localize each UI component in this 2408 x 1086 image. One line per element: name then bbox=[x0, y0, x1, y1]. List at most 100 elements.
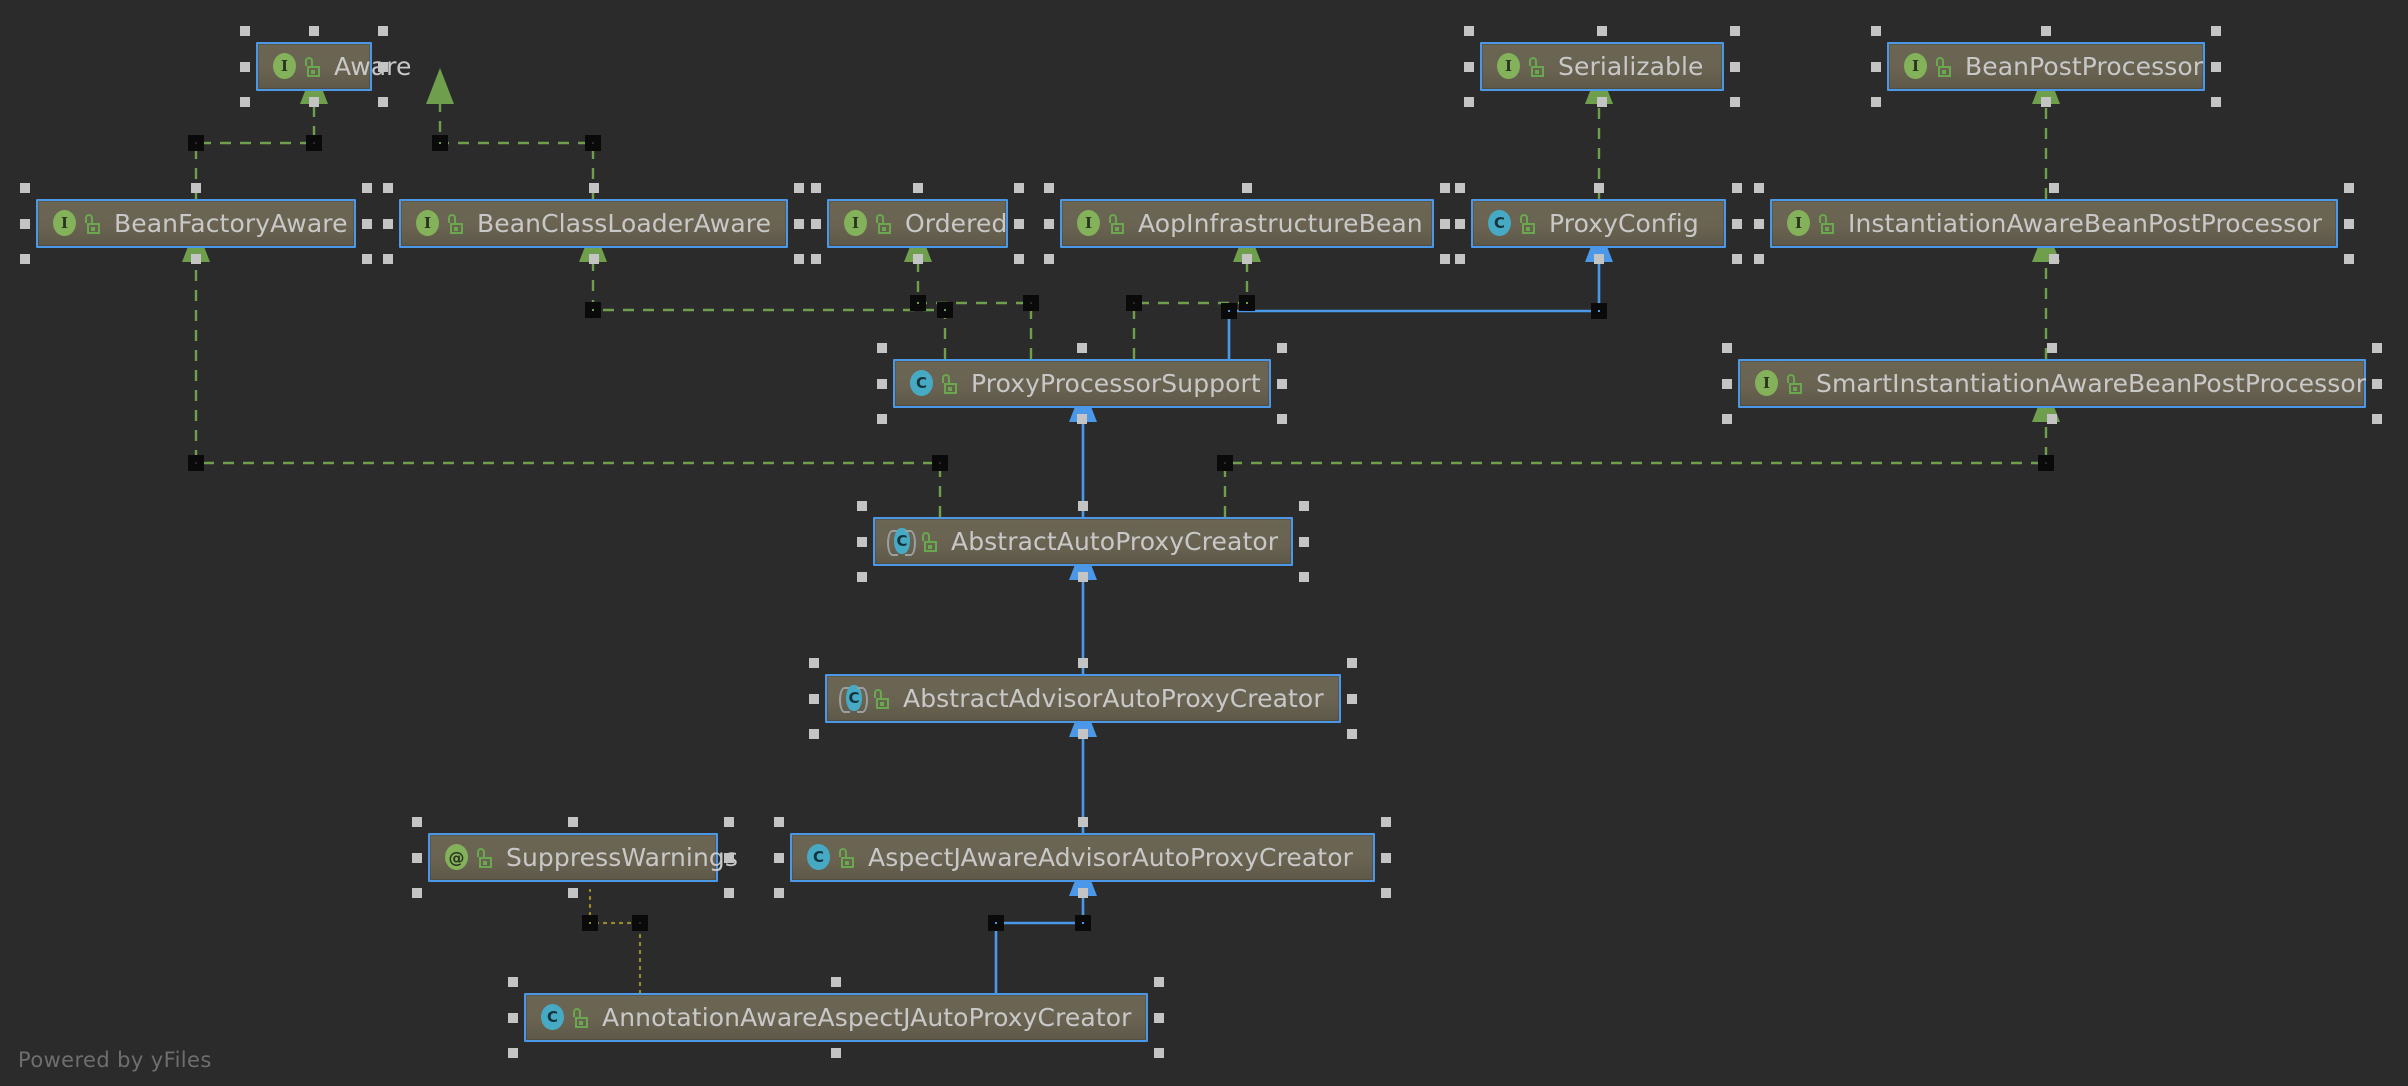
selection-handle[interactable] bbox=[1154, 977, 1164, 987]
selection-handle[interactable] bbox=[378, 26, 388, 36]
selection-handle[interactable] bbox=[1078, 501, 1088, 511]
edge-bend-handle[interactable] bbox=[585, 302, 601, 318]
selection-handle[interactable] bbox=[877, 378, 887, 389]
selection-handle[interactable] bbox=[1455, 183, 1465, 193]
selection-handle[interactable] bbox=[2211, 26, 2221, 36]
selection-handle[interactable] bbox=[1277, 343, 1287, 353]
selection-handle[interactable] bbox=[1299, 536, 1309, 547]
selection-handle[interactable] bbox=[912, 183, 923, 193]
selection-handle[interactable] bbox=[1277, 378, 1287, 389]
edge-bend-handle[interactable] bbox=[1126, 295, 1142, 311]
selection-handle[interactable] bbox=[508, 977, 518, 987]
selection-handle[interactable] bbox=[412, 888, 422, 898]
selection-handle[interactable] bbox=[378, 97, 388, 107]
edge-bend-handle[interactable] bbox=[432, 135, 448, 151]
selection-handle[interactable] bbox=[1464, 61, 1474, 72]
edge-bend-handle[interactable] bbox=[988, 915, 1004, 931]
selection-handle[interactable] bbox=[412, 817, 422, 827]
selection-handle[interactable] bbox=[1077, 888, 1088, 898]
selection-handle[interactable] bbox=[857, 536, 867, 547]
selection-handle[interactable] bbox=[794, 218, 804, 229]
selection-handle[interactable] bbox=[2041, 26, 2051, 36]
selection-handle[interactable] bbox=[568, 817, 578, 827]
selection-handle[interactable] bbox=[1242, 254, 1252, 264]
selection-handle[interactable] bbox=[1077, 343, 1087, 353]
selection-handle[interactable] bbox=[378, 61, 388, 72]
selection-handle[interactable] bbox=[1381, 852, 1391, 863]
selection-handle[interactable] bbox=[1455, 218, 1465, 229]
selection-handle[interactable] bbox=[191, 254, 201, 264]
selection-handle[interactable] bbox=[2372, 343, 2382, 353]
selection-handle[interactable] bbox=[240, 97, 250, 107]
edge-bend-handle[interactable] bbox=[1075, 915, 1091, 931]
selection-handle[interactable] bbox=[1754, 218, 1764, 229]
edge-bend-handle[interactable] bbox=[188, 135, 204, 151]
selection-handle[interactable] bbox=[1732, 218, 1742, 229]
selection-handle[interactable] bbox=[20, 218, 30, 229]
selection-handle[interactable] bbox=[1347, 729, 1357, 739]
selection-handle[interactable] bbox=[2372, 414, 2382, 424]
selection-handle[interactable] bbox=[1381, 888, 1391, 898]
selection-handle[interactable] bbox=[1078, 658, 1088, 668]
selection-handle[interactable] bbox=[809, 729, 819, 739]
selection-handle[interactable] bbox=[1077, 817, 1088, 827]
selection-handle[interactable] bbox=[1730, 26, 1740, 36]
selection-handle[interactable] bbox=[362, 254, 372, 264]
selection-handle[interactable] bbox=[1593, 183, 1604, 193]
selection-handle[interactable] bbox=[1440, 218, 1450, 229]
selection-handle[interactable] bbox=[857, 572, 867, 582]
selection-handle[interactable] bbox=[1299, 572, 1309, 582]
uml-diagram-canvas[interactable]: I Aware I Serializable I BeanPostProcessor I Be… bbox=[0, 0, 2408, 1086]
selection-handle[interactable] bbox=[794, 183, 804, 193]
selection-handle[interactable] bbox=[2344, 254, 2354, 264]
edge-bend-handle[interactable] bbox=[585, 135, 601, 151]
selection-handle[interactable] bbox=[1754, 183, 1764, 193]
selection-handle[interactable] bbox=[2344, 183, 2354, 193]
edge-bend-handle[interactable] bbox=[1221, 303, 1237, 319]
selection-handle[interactable] bbox=[2049, 254, 2059, 264]
selection-handle[interactable] bbox=[809, 658, 819, 668]
selection-handle[interactable] bbox=[1464, 97, 1474, 107]
selection-handle[interactable] bbox=[1871, 97, 1881, 107]
selection-handle[interactable] bbox=[588, 183, 599, 193]
selection-handle[interactable] bbox=[912, 254, 923, 264]
selection-handle[interactable] bbox=[1722, 343, 1732, 353]
edge-bend-handle[interactable] bbox=[2038, 455, 2054, 471]
selection-handle[interactable] bbox=[1078, 572, 1088, 582]
selection-handle[interactable] bbox=[412, 852, 422, 863]
selection-handle[interactable] bbox=[2344, 218, 2354, 229]
selection-handle[interactable] bbox=[877, 343, 887, 353]
selection-handle[interactable] bbox=[1014, 218, 1024, 229]
selection-handle[interactable] bbox=[1722, 378, 1732, 389]
edge-bend-handle[interactable] bbox=[1239, 295, 1255, 311]
selection-handle[interactable] bbox=[794, 254, 804, 264]
selection-handle[interactable] bbox=[1455, 254, 1465, 264]
edge-bend-handle[interactable] bbox=[632, 915, 648, 931]
selection-handle[interactable] bbox=[1347, 693, 1357, 704]
selection-handle[interactable] bbox=[2047, 414, 2057, 424]
selection-handle[interactable] bbox=[2047, 343, 2057, 353]
selection-handle[interactable] bbox=[1154, 1048, 1164, 1058]
selection-handle[interactable] bbox=[1440, 183, 1450, 193]
selection-handle[interactable] bbox=[1722, 414, 1732, 424]
edge-bend-handle[interactable] bbox=[932, 455, 948, 471]
selection-handle[interactable] bbox=[1347, 658, 1357, 668]
selection-handle[interactable] bbox=[508, 1048, 518, 1058]
selection-handle[interactable] bbox=[2211, 97, 2221, 107]
selection-handle[interactable] bbox=[774, 817, 784, 827]
selection-handle[interactable] bbox=[1732, 183, 1742, 193]
selection-handle[interactable] bbox=[383, 254, 393, 264]
selection-handle[interactable] bbox=[20, 183, 30, 193]
edge-bend-handle[interactable] bbox=[1217, 455, 1233, 471]
selection-handle[interactable] bbox=[2211, 61, 2221, 72]
selection-handle[interactable] bbox=[724, 888, 734, 898]
selection-handle[interactable] bbox=[508, 1012, 518, 1023]
selection-handle[interactable] bbox=[309, 26, 319, 36]
selection-handle[interactable] bbox=[724, 852, 734, 863]
selection-handle[interactable] bbox=[857, 501, 867, 511]
selection-handle[interactable] bbox=[2372, 378, 2382, 389]
selection-handle[interactable] bbox=[1242, 183, 1252, 193]
selection-handle[interactable] bbox=[1730, 97, 1740, 107]
selection-handle[interactable] bbox=[1732, 254, 1742, 264]
selection-handle-layer[interactable] bbox=[0, 0, 2408, 1086]
